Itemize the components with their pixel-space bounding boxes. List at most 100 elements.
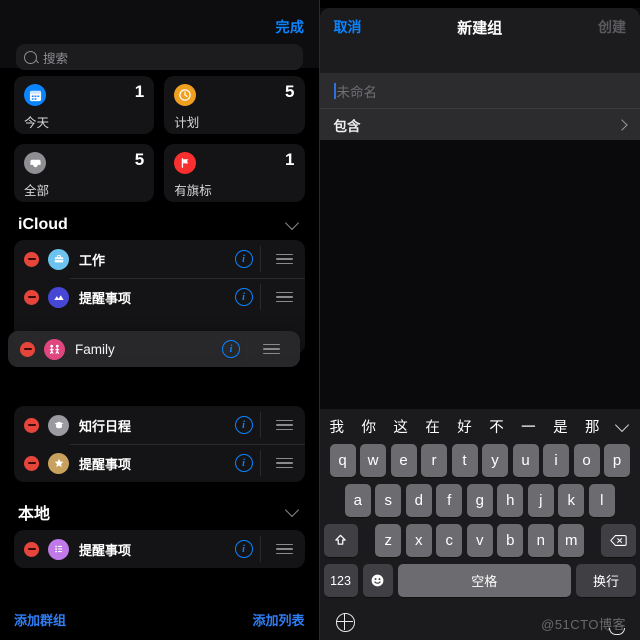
section-header-local[interactable]: 本地 — [0, 482, 319, 530]
reorder-grip-icon[interactable] — [275, 253, 293, 265]
key-u[interactable]: u — [512, 444, 539, 477]
minus-circle-icon[interactable] — [24, 455, 39, 471]
key-w[interactable]: w — [360, 444, 386, 477]
smart-list-count: 1 — [285, 150, 295, 169]
backspace-icon[interactable] — [601, 524, 636, 557]
emoji-icon[interactable] — [362, 564, 393, 597]
reorder-grip-icon[interactable] — [275, 457, 293, 469]
key-x[interactable]: x — [405, 524, 432, 557]
divider — [259, 450, 261, 476]
smart-list-label: 全部 — [24, 184, 50, 198]
key-m[interactable]: m — [558, 524, 585, 557]
minus-circle-icon[interactable] — [24, 541, 39, 557]
keyboard-bottom-bar: @51CTO博客 — [320, 604, 640, 640]
flag-icon — [174, 152, 197, 174]
key-b[interactable]: b — [497, 524, 524, 557]
suggestion-item[interactable]: 我 — [330, 416, 345, 437]
key-v[interactable]: v — [466, 524, 493, 557]
reorder-grip-icon[interactable] — [275, 543, 293, 555]
new-group-sheet: 取消 新建组 创建 未命名 包含 我 你 这 在 好 不 一 是 那 q w e… — [319, 0, 640, 640]
key-d[interactable]: d — [405, 484, 432, 517]
suggestion-item[interactable]: 在 — [425, 416, 440, 437]
suggestion-item[interactable]: 那 — [585, 416, 600, 437]
smart-list-flagged[interactable]: 1 有旗标 — [164, 144, 305, 202]
key-k[interactable]: k — [558, 484, 585, 517]
calendar-icon — [24, 84, 46, 106]
chevron-down-icon[interactable] — [284, 215, 299, 231]
list-item[interactable]: 知行日程 i — [14, 406, 305, 444]
reminders-lists-pane: 完成 搜索 1 今天 5 计划 5 全部 1 有旗标 iCloud 工作 i 提… — [0, 0, 320, 640]
suggestion-item[interactable]: 是 — [553, 416, 568, 437]
key-f[interactable]: f — [436, 484, 463, 517]
key-t[interactable]: t — [451, 444, 478, 477]
shift-arrow-icon[interactable] — [323, 524, 359, 557]
info-circle-icon[interactable]: i — [234, 250, 253, 268]
suggestion-item[interactable]: 这 — [393, 416, 408, 437]
smart-list-today[interactable]: 1 今天 — [14, 76, 155, 134]
text-cursor — [333, 82, 336, 99]
key-n[interactable]: n — [527, 524, 554, 557]
smart-list-scheduled[interactable]: 5 计划 — [164, 76, 305, 134]
key-q[interactable]: q — [329, 444, 356, 477]
smart-list-all[interactable]: 5 全部 — [14, 144, 155, 202]
info-circle-icon[interactable]: i — [234, 454, 253, 472]
info-circle-icon[interactable]: i — [234, 416, 253, 434]
inbox-icon — [24, 152, 46, 174]
done-button[interactable]: 完成 — [276, 17, 305, 37]
include-row[interactable]: 包含 — [319, 108, 640, 140]
key-o[interactable]: o — [573, 444, 600, 477]
key-g[interactable]: g — [466, 484, 493, 517]
globe-icon[interactable] — [335, 612, 355, 632]
list-item-label: 知行日程 — [79, 418, 132, 434]
add-group-button[interactable]: 添加群组 — [14, 610, 66, 629]
key-e[interactable]: e — [390, 444, 417, 477]
reorder-grip-icon[interactable] — [275, 291, 293, 303]
info-circle-icon[interactable]: i — [234, 540, 253, 558]
return-key[interactable]: 换行 — [576, 564, 636, 597]
minus-circle-icon[interactable] — [24, 417, 39, 433]
search-input[interactable]: 搜索 — [16, 44, 303, 70]
list-item[interactable]: 工作 i — [14, 240, 305, 278]
search-placeholder: 搜索 — [43, 51, 69, 66]
minus-circle-icon[interactable] — [24, 251, 39, 267]
suggestion-item[interactable]: 一 — [521, 416, 536, 437]
smart-list-count: 1 — [134, 82, 145, 101]
space-key[interactable]: 空格 — [397, 564, 571, 597]
create-button[interactable]: 创建 — [598, 17, 626, 37]
add-list-button[interactable]: 添加列表 — [252, 610, 304, 629]
info-circle-icon[interactable]: i — [234, 288, 253, 306]
chevron-down-icon[interactable] — [284, 502, 299, 518]
list-item-label: Family — [75, 341, 115, 357]
key-s[interactable]: s — [375, 484, 402, 517]
info-circle-icon[interactable]: i — [222, 340, 240, 358]
list-item[interactable]: 提醒事项 i — [14, 278, 305, 316]
reorder-grip-icon[interactable] — [275, 419, 293, 431]
cancel-button[interactable]: 取消 — [334, 17, 362, 37]
list-item[interactable]: 提醒事项 i — [14, 530, 305, 568]
list-item[interactable]: 提醒事项 i — [14, 444, 305, 482]
group-name-field[interactable]: 未命名 — [319, 73, 640, 108]
suggestion-item[interactable]: 你 — [361, 416, 376, 437]
key-c[interactable]: c — [436, 524, 463, 557]
suggestion-item[interactable]: 好 — [457, 416, 472, 437]
list-item-label: 提醒事项 — [79, 456, 132, 472]
minus-circle-icon[interactable] — [20, 341, 35, 357]
key-r[interactable]: r — [421, 444, 447, 477]
suggestion-item[interactable]: 不 — [489, 416, 504, 437]
list-group-local: 提醒事项 i — [14, 530, 305, 568]
key-z[interactable]: z — [375, 524, 402, 557]
section-header-icloud[interactable]: iCloud — [0, 202, 319, 240]
reorder-grip-icon[interactable] — [263, 343, 280, 355]
key-y[interactable]: y — [482, 444, 508, 477]
key-p[interactable]: p — [604, 444, 630, 477]
chevron-down-icon[interactable] — [614, 417, 630, 432]
dragging-list-item-family[interactable]: Family i — [8, 331, 300, 367]
key-h[interactable]: h — [497, 484, 524, 517]
minus-circle-icon[interactable] — [24, 289, 39, 305]
key-j[interactable]: j — [527, 484, 554, 517]
key-a[interactable]: a — [344, 484, 371, 517]
key-i[interactable]: i — [543, 444, 569, 477]
smart-list-count: 5 — [285, 82, 295, 101]
key-l[interactable]: l — [588, 484, 615, 517]
numbers-key[interactable]: 123 — [323, 564, 358, 597]
